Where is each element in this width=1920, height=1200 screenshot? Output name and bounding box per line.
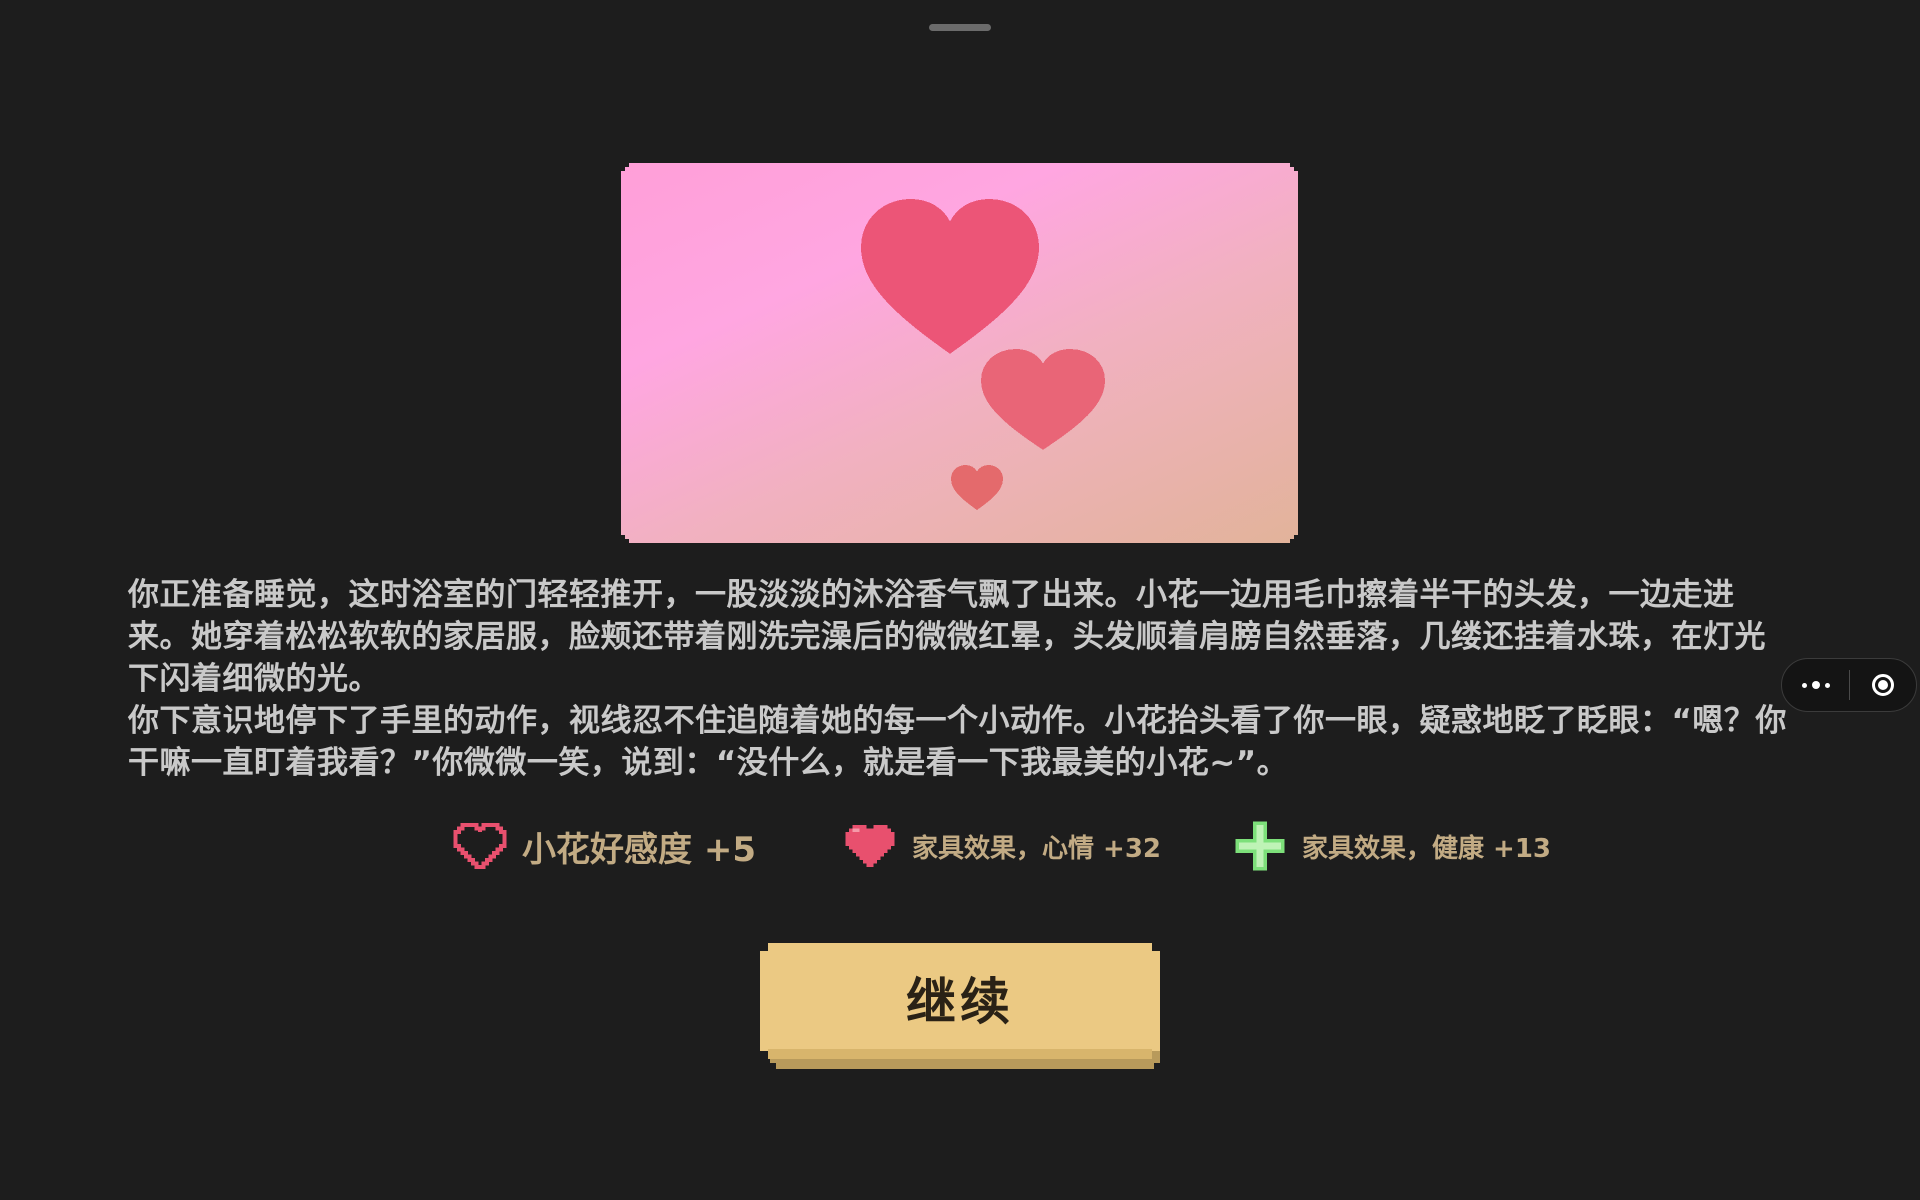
rewards-row: 小花好感度 +5 家具效果，心情 +32 家具效果，健康 +13 [0,818,1920,874]
target-icon [1872,674,1894,696]
reward-text: 家具效果，心情 +32 [912,833,1162,864]
more-dot-icon [1801,682,1807,688]
event-screen: 你正准备睡觉，这时浴室的门轻轻推开，一股淡淡的沐浴香气飘了出来。小花一边用毛巾擦… [0,0,1920,1200]
story-text: 你正准备睡觉，这时浴室的门轻轻推开，一股淡淡的沐浴香气飘了出来。小花一边用毛巾擦… [128,574,1796,784]
big-heart-icon [861,199,1039,354]
capsule-menu [1781,658,1917,712]
small-heart-icon [951,465,1003,510]
story-paragraph: 你正准备睡觉，这时浴室的门轻轻推开，一股淡淡的沐浴香气飘了出来。小花一边用毛巾擦… [128,577,1766,697]
reward-health: 家具效果，健康 +13 [1232,818,1551,874]
button-face: 继续 [760,943,1160,1059]
more-dot-icon [1811,681,1820,689]
continue-button[interactable]: 继续 [760,943,1160,1069]
heart-outline-icon [453,822,507,870]
story-paragraph: 你下意识地停下了手里的动作，视线忍不住追随着她的每一个小动作。小花抬头看了你一眼… [128,703,1787,781]
close-miniprogram-button[interactable] [1850,674,1916,696]
reward-text: 小花好感度 +5 [522,829,756,870]
continue-button-label: 继续 [906,973,1014,1031]
green-cross-icon [1235,821,1285,871]
event-illustration [621,163,1298,543]
drag-handle[interactable] [929,24,991,31]
more-dot-icon [1824,682,1830,688]
hearts-illustration [621,163,1298,543]
reward-affection: 小花好感度 +5 [452,818,756,874]
reward-mood: 家具效果，心情 +32 [842,818,1161,874]
reward-text: 家具效果，健康 +13 [1302,833,1552,864]
medium-heart-icon [981,349,1105,450]
heart-filled-icon [845,825,895,867]
